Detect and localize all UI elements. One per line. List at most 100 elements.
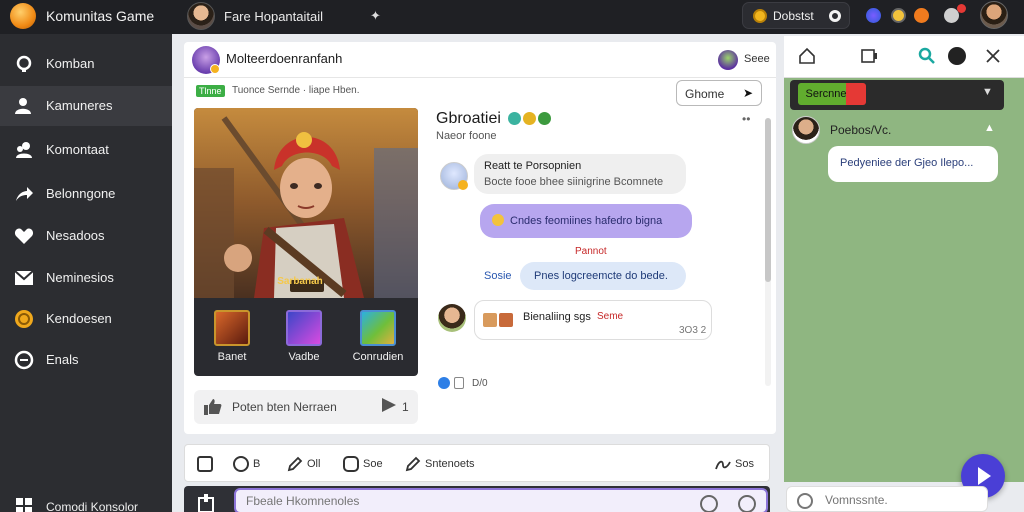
status-badge-icon <box>458 180 468 190</box>
sidebar-item-enals[interactable]: Enals <box>0 340 172 380</box>
action-label: Sntenoets <box>425 458 475 470</box>
scrollbar-thumb[interactable] <box>765 118 771 282</box>
pin-icon[interactable]: ✦ <box>370 8 381 24</box>
profile-name[interactable]: Gbroatiei <box>436 110 501 128</box>
scrollbar[interactable] <box>765 118 771 386</box>
action-label: Oll <box>307 458 321 470</box>
sidebar-item-belonngone[interactable]: Belonngone <box>0 174 172 214</box>
item-vadbe[interactable]: Vadbe <box>274 308 334 368</box>
profile-subtitle: Naeor foone <box>436 130 497 142</box>
sidebar-item-nesadoos[interactable]: Nesadoos <box>0 216 172 256</box>
post-title[interactable]: Molteerdoenranfanh <box>226 51 342 66</box>
page-name[interactable]: Fare Hopantaitail <box>224 9 323 24</box>
sidebar-item-console[interactable]: Comodi Konsolor <box>0 492 172 512</box>
plus-circle-icon <box>14 350 34 370</box>
message-title: Reatt te Porsopnien <box>484 160 582 172</box>
sidebar-item-label: Kamuneres <box>46 98 113 113</box>
share-button[interactable]: Ghome ➤ <box>676 80 762 106</box>
item-banet[interactable]: Banet <box>202 308 262 368</box>
item-icon <box>483 313 497 327</box>
tag-badge: Tlnne <box>196 85 225 97</box>
item-label: Conrudien <box>352 351 404 363</box>
comment-icon <box>233 456 249 472</box>
attach-icon[interactable] <box>198 494 214 512</box>
chat-message-text: Pedyeniee der Gjeo Ilepo... <box>840 157 974 169</box>
sidebar-item-komban[interactable]: Komban <box>0 44 172 84</box>
chat-panel-toolbar <box>784 36 1024 78</box>
sidebar-item-label: Nesadoos <box>46 228 105 243</box>
viewer-avatar[interactable] <box>718 50 738 70</box>
copy-icon[interactable] <box>454 377 464 389</box>
reaction-bar[interactable]: Poten bten Nerraen 1 <box>194 390 418 424</box>
action-bar: B Oll Soe Sntenoets Sos <box>184 444 770 482</box>
reaction-count: 1 <box>402 400 409 414</box>
record-icon[interactable] <box>846 83 866 105</box>
sidebar-item-kamuneres[interactable]: Kamuneres <box>0 86 172 126</box>
search-icon[interactable] <box>918 47 936 65</box>
fire-icon[interactable] <box>914 8 929 23</box>
pin-icon[interactable]: ▲ <box>984 122 995 134</box>
signature-icon <box>715 456 731 472</box>
close-icon[interactable] <box>984 47 1002 65</box>
magic-icon <box>286 310 322 346</box>
chat-panel-header[interactable]: Sercnne ▼ <box>790 80 1004 110</box>
chat-icon <box>343 456 359 472</box>
users-icon <box>14 140 34 160</box>
chat-author-name: Poebos/Vc. <box>830 123 892 137</box>
status-pill[interactable]: Dobstst <box>742 2 850 29</box>
message-bubble-own: Cndes feomiines hafedro bigna <box>480 204 692 238</box>
message-bubble: Reatt te Porsopnien Bocte fooe bhee siin… <box>474 154 686 194</box>
sidebar-item-komontaat[interactable]: Komontaat <box>0 130 172 170</box>
verified-badge-icon <box>210 64 220 74</box>
like-icon[interactable] <box>438 377 450 389</box>
message-highlight: Seme <box>597 311 624 322</box>
sidebar-item-label: Komban <box>46 56 95 71</box>
user-avatar[interactable] <box>980 1 1008 29</box>
message-input[interactable] <box>234 488 768 512</box>
sidebar-bottom-label: Comodi Konsolor <box>46 500 139 512</box>
app-logo-icon[interactable] <box>10 3 36 29</box>
message-meta: 3O3 2 <box>679 325 707 336</box>
composer <box>184 486 770 512</box>
item-conrudien[interactable]: Conrudien <box>348 308 408 368</box>
achievement-icon <box>508 112 521 125</box>
message-bubble: Pnes logcreemcte do bede. <box>520 262 686 290</box>
item-icon <box>499 313 513 327</box>
top-bar: Komunitas Game Fare Hopantaitail ✦ Dobst… <box>0 0 1024 34</box>
refresh-icon[interactable] <box>700 495 718 512</box>
emoji-icon[interactable] <box>738 495 756 512</box>
page-avatar[interactable] <box>187 2 215 30</box>
app-title: Komunitas Game <box>46 8 155 24</box>
play-icon <box>978 467 991 485</box>
heart-icon <box>14 226 34 246</box>
achievement-icon <box>523 112 536 125</box>
more-options-icon[interactable]: •• <box>742 112 750 126</box>
emoji-icon[interactable] <box>891 8 906 23</box>
home-icon[interactable] <box>798 47 816 65</box>
sidebar-item-neminesios[interactable]: Neminesios <box>0 258 172 298</box>
action-label: B <box>253 458 261 470</box>
pencil-icon <box>287 456 303 472</box>
coin-icon <box>753 9 767 23</box>
share-icon <box>14 184 34 204</box>
chevron-down-icon[interactable]: ▼ <box>982 86 993 98</box>
game-character-art <box>194 108 418 298</box>
chat-input-bar <box>786 486 988 512</box>
thumbs-up-icon[interactable] <box>204 399 222 415</box>
edit-icon <box>405 456 421 472</box>
emoji-icon[interactable] <box>797 493 813 509</box>
sidebar-item-label: Kendoesen <box>46 311 112 326</box>
chat-author-avatar[interactable] <box>792 116 820 144</box>
game-card[interactable]: Sarbanah Banet Vadbe Conrudien <box>194 108 418 376</box>
globe-icon[interactable] <box>866 8 881 23</box>
settings-icon[interactable] <box>948 47 966 65</box>
flag-icon[interactable] <box>382 398 396 416</box>
divider <box>184 77 776 78</box>
notification-badge <box>957 4 966 13</box>
window-icon[interactable] <box>860 47 878 65</box>
sidebar-item-kendoesen[interactable]: Kendoesen <box>0 299 172 339</box>
message-avatar[interactable] <box>438 304 466 332</box>
status-indicator <box>829 10 841 22</box>
chat-input[interactable] <box>825 490 985 510</box>
post-card: Molteerdoenranfanh Seee Tlnne Tuonce Ser… <box>184 42 776 434</box>
